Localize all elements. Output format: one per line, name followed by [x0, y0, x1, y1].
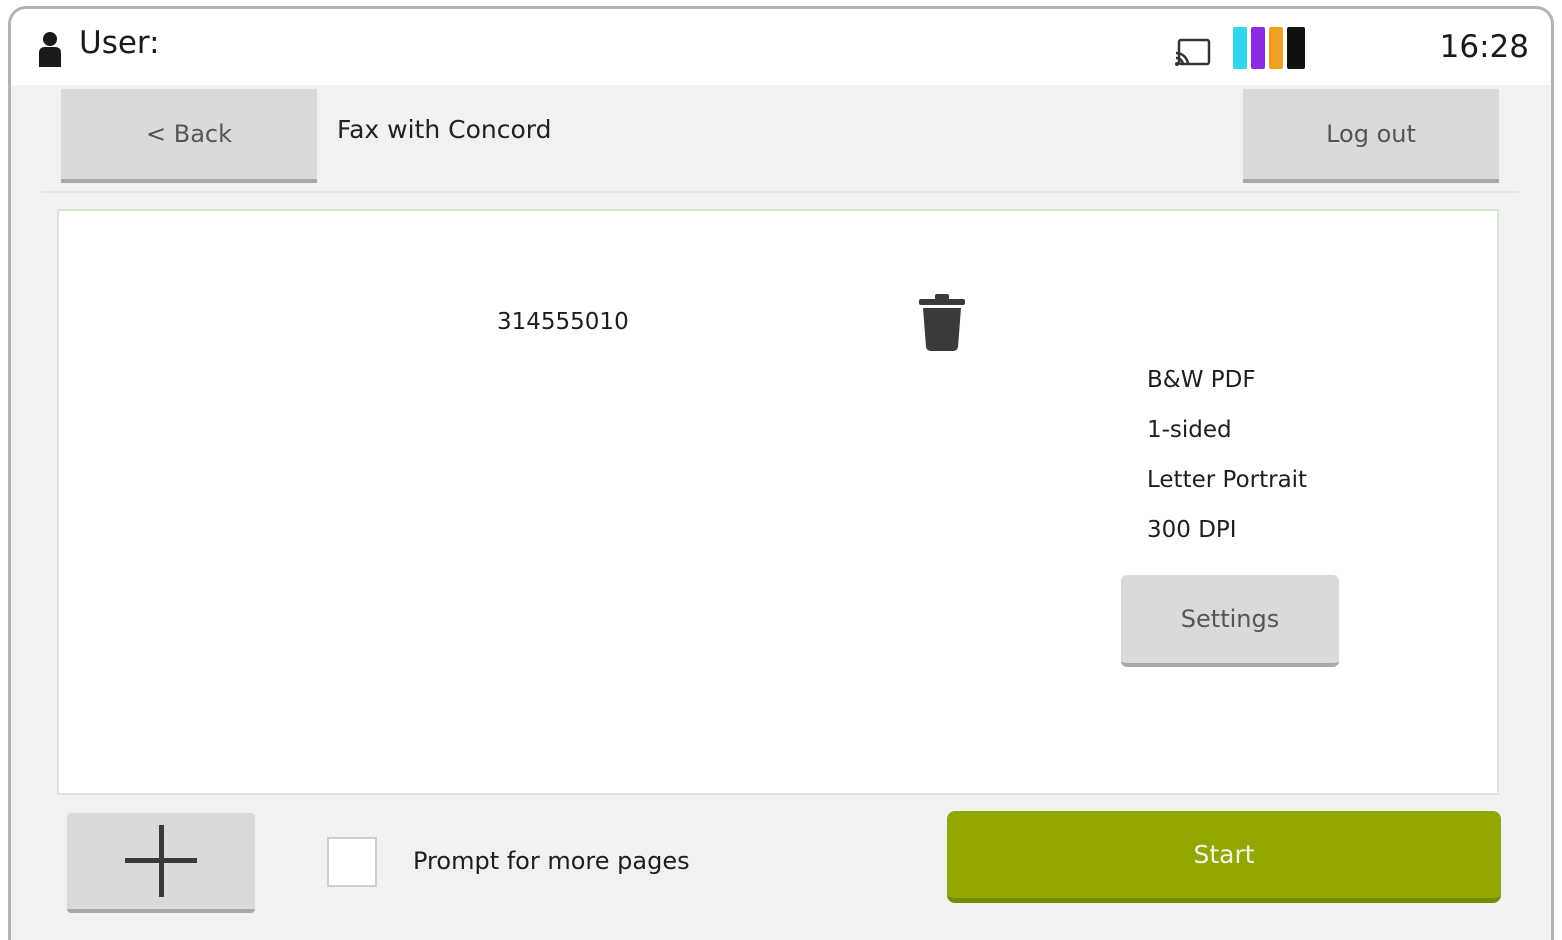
option-sides: 1-sided [1147, 417, 1232, 443]
plus-icon [125, 825, 197, 897]
header: < Back Fax with Concord Log out [41, 85, 1519, 193]
option-resolution: 300 DPI [1147, 517, 1237, 543]
fax-job-panel: 314555010 B&W PDF 1-sided Letter Portrai… [57, 209, 1499, 795]
printer-panel: User: 16:28 < Back Fax with Concord Log … [8, 6, 1554, 940]
prompt-more-pages-checkbox[interactable] [327, 837, 377, 887]
ink-level-black [1287, 27, 1305, 69]
footer-bar: Prompt for more pages Start [11, 799, 1551, 940]
ink-level-yellow [1269, 27, 1283, 69]
fax-number: 314555010 [497, 309, 629, 335]
logout-button[interactable]: Log out [1243, 89, 1499, 183]
cast-icon[interactable] [1175, 37, 1211, 67]
back-button[interactable]: < Back [61, 89, 317, 183]
ink-level-cyan [1233, 27, 1247, 69]
clock: 16:28 [1439, 29, 1529, 65]
start-button[interactable]: Start [947, 811, 1501, 903]
option-color-format: B&W PDF [1147, 367, 1256, 393]
prompt-more-pages-label: Prompt for more pages [413, 847, 690, 875]
user-label: User: [79, 25, 160, 61]
status-bar: User: 16:28 [11, 9, 1551, 85]
page-title: Fax with Concord [337, 115, 552, 144]
trash-icon[interactable] [917, 293, 967, 353]
add-recipient-button[interactable] [67, 813, 255, 913]
user-icon [39, 32, 61, 67]
option-paper-orientation: Letter Portrait [1147, 467, 1308, 493]
settings-button[interactable]: Settings [1121, 575, 1339, 667]
ink-level-magenta [1251, 27, 1265, 69]
